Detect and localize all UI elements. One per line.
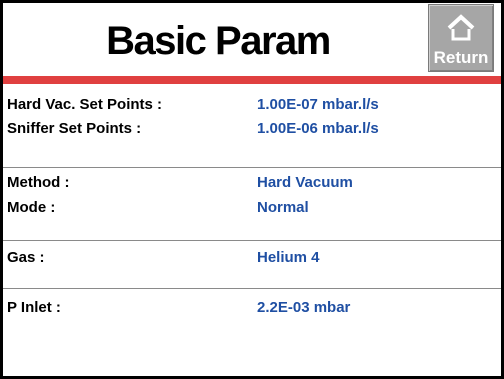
param-label: Mode : bbox=[7, 199, 56, 216]
return-button[interactable]: Return bbox=[428, 4, 494, 72]
header: Basic Param Return bbox=[3, 3, 501, 79]
return-label: Return bbox=[433, 48, 489, 67]
divider bbox=[3, 288, 501, 289]
divider bbox=[3, 240, 501, 241]
param-row-gas[interactable]: Gas : Helium 4 bbox=[3, 246, 501, 270]
param-label: Gas : bbox=[7, 249, 45, 266]
param-row-hard-vac-set-points[interactable]: Hard Vac. Set Points : 1.00E-07 mbar.l/s bbox=[3, 93, 501, 117]
param-row-method[interactable]: Method : Hard Vacuum bbox=[3, 171, 501, 195]
page-title: Basic Param bbox=[106, 19, 331, 63]
param-value: 1.00E-06 mbar.l/s bbox=[257, 120, 379, 137]
home-icon bbox=[447, 14, 475, 41]
param-value: Normal bbox=[257, 199, 309, 216]
param-label: Method : bbox=[7, 174, 70, 191]
param-row-sniffer-set-points[interactable]: Sniffer Set Points : 1.00E-06 mbar.l/s bbox=[3, 117, 501, 141]
param-label: Hard Vac. Set Points : bbox=[7, 96, 163, 113]
param-value: Helium 4 bbox=[257, 249, 320, 266]
param-value: 2.2E-03 mbar bbox=[257, 299, 351, 316]
param-label: P Inlet : bbox=[7, 299, 61, 316]
param-row-p-inlet[interactable]: P Inlet : 2.2E-03 mbar bbox=[3, 296, 501, 320]
param-value: 1.00E-07 mbar.l/s bbox=[257, 96, 379, 113]
param-row-mode[interactable]: Mode : Normal bbox=[3, 196, 501, 220]
param-value: Hard Vacuum bbox=[257, 174, 353, 191]
param-label: Sniffer Set Points : bbox=[7, 120, 142, 137]
screen: Basic Param Return Hard Vac. Set Points … bbox=[3, 3, 501, 376]
header-accent-bar bbox=[3, 76, 501, 84]
divider bbox=[3, 167, 501, 168]
